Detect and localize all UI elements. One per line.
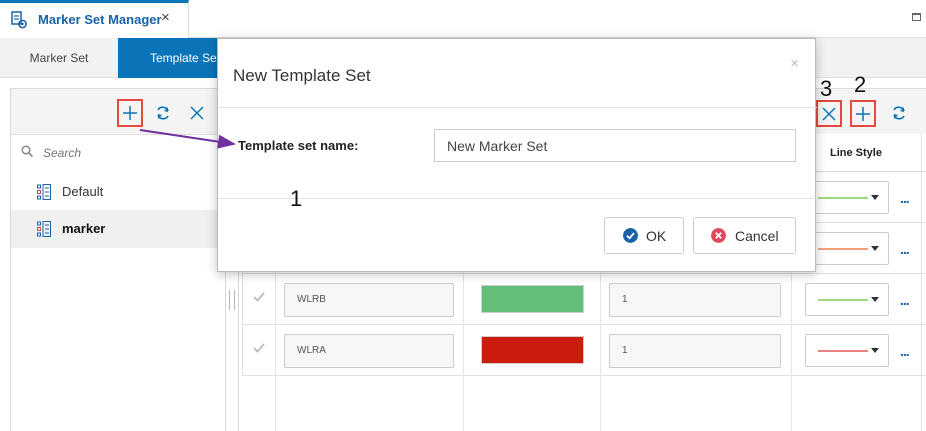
close-icon [190, 106, 204, 120]
divider [218, 107, 817, 108]
line-style-select[interactable] [805, 181, 889, 214]
tab-template-set[interactable]: Template Set [118, 38, 228, 78]
annotation-number-1: 1 [290, 186, 303, 211]
maximize-icon[interactable] [912, 13, 921, 21]
more-options-button[interactable]: ... [900, 241, 910, 257]
cancel-circle-icon [711, 228, 726, 243]
check-circle-icon [623, 228, 638, 243]
new-template-set-dialog: New Template Set × Template set name: OK… [217, 38, 817, 272]
add-template-set-button[interactable] [117, 99, 143, 127]
divider [218, 198, 817, 199]
marker-set-manager-icon [11, 11, 27, 29]
close-tab-icon[interactable]: × [161, 9, 170, 26]
column-divider [921, 134, 922, 431]
line-style-preview [818, 350, 868, 352]
table-row[interactable]: WLRB 1 ... [242, 274, 926, 325]
refresh-icon [157, 106, 169, 120]
template-set-name-label: Template set name: [238, 138, 359, 153]
dialog-close-icon[interactable]: × [790, 55, 799, 72]
delete-template-set-button[interactable] [185, 101, 209, 125]
marker-value-field[interactable]: 1 [609, 334, 781, 368]
marker-name-field[interactable]: WLRB [284, 283, 454, 317]
chevron-down-icon [871, 348, 879, 353]
ok-button[interactable]: OK [604, 217, 684, 254]
line-style-select[interactable] [805, 334, 889, 367]
table-row[interactable]: WLRA 1 ... [242, 325, 926, 376]
cancel-label: Cancel [735, 228, 779, 244]
annotation-number-2: 2 [854, 72, 867, 97]
add-marker-button[interactable] [850, 100, 876, 127]
refresh-grid-button[interactable] [887, 101, 911, 125]
more-options-button[interactable]: ... [900, 292, 910, 308]
document-tab-bar: Marker Set Manager × [0, 0, 926, 38]
list-toolbar [11, 89, 227, 135]
close-icon [822, 107, 836, 121]
cancel-button[interactable]: Cancel [693, 217, 796, 254]
search-icon [21, 145, 33, 157]
ok-label: OK [646, 228, 667, 244]
marker-value-field[interactable]: 1 [609, 283, 781, 317]
line-style-preview [818, 197, 868, 199]
template-set-icon [37, 221, 51, 237]
marker-set-manager-window: Marker Set Manager × Marker Set Template… [0, 0, 926, 431]
panel-splitter[interactable] [229, 290, 235, 310]
marker-color-swatch[interactable] [481, 336, 584, 364]
tab-title: Marker Set Manager [38, 12, 162, 27]
chevron-down-icon [871, 195, 879, 200]
more-options-button[interactable]: ... [900, 343, 910, 359]
line-style-preview [818, 299, 868, 301]
dialog-title: New Template Set [233, 66, 371, 85]
template-set-list-panel: Default marker [10, 88, 227, 431]
chevron-down-icon [871, 297, 879, 302]
annotation-number-3: 3 [820, 76, 833, 101]
line-style-preview [818, 248, 868, 250]
more-options-button[interactable]: ... [900, 190, 910, 206]
plus-icon [123, 106, 137, 120]
search-row [11, 135, 227, 169]
plus-icon [856, 107, 870, 121]
line-style-select[interactable] [805, 232, 889, 265]
delete-marker-button[interactable] [816, 100, 842, 127]
template-set-name-input[interactable] [434, 129, 796, 162]
tab-marker-set[interactable]: Marker Set [0, 38, 118, 78]
marker-name-field[interactable]: WLRA [284, 334, 454, 368]
list-item-label: marker [62, 221, 106, 236]
refresh-icon [893, 106, 905, 120]
check-icon[interactable] [253, 342, 265, 354]
refresh-list-button[interactable] [151, 101, 175, 125]
list-item-marker[interactable]: marker [11, 210, 227, 248]
marker-color-swatch[interactable] [481, 285, 584, 313]
list-item-default[interactable]: Default [11, 173, 227, 211]
tab-marker-set-manager[interactable]: Marker Set Manager × [0, 0, 189, 38]
chevron-down-icon [871, 246, 879, 251]
list-item-label: Default [62, 184, 104, 199]
template-set-icon [37, 184, 51, 200]
line-style-select[interactable] [805, 283, 889, 316]
search-input[interactable] [43, 144, 213, 162]
check-icon[interactable] [253, 291, 265, 303]
